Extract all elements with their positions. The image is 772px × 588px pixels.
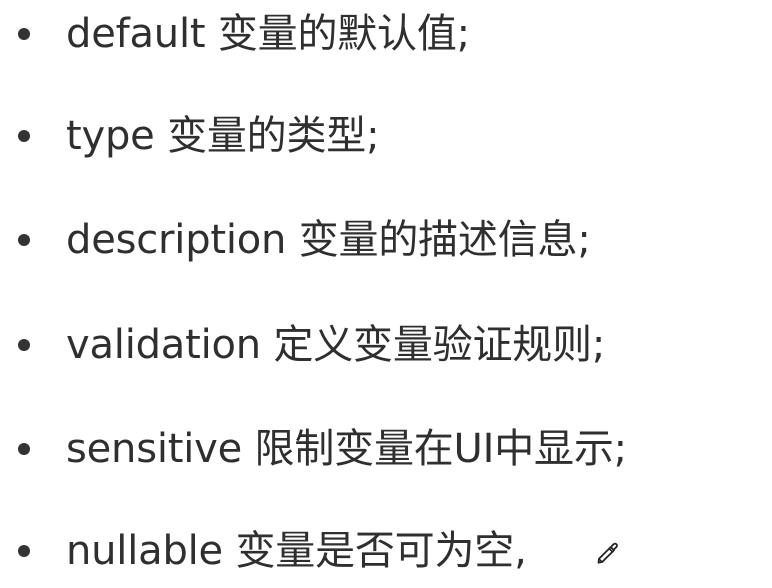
bullet-icon: [18, 339, 30, 351]
list-item-text: description 变量的描述信息;: [66, 217, 591, 263]
list-item-sensitive: sensitive 限制变量在UI中显示;: [18, 417, 627, 481]
list-item-type: type 变量的类型;: [18, 104, 380, 168]
list-item-text: validation 定义变量验证规则;: [66, 322, 606, 368]
list-item-description: description 变量的描述信息;: [18, 208, 591, 272]
list-item-default: default 变量的默认值;: [18, 2, 470, 66]
bullet-list: default 变量的默认值; type 变量的类型; description …: [0, 0, 772, 588]
bullet-icon: [18, 443, 30, 455]
list-item-text: nullable 变量是否可为空,: [66, 528, 527, 574]
bullet-icon: [18, 234, 30, 246]
list-item-text: default 变量的默认值;: [66, 11, 470, 57]
bullet-icon: [18, 545, 30, 557]
list-item-validation: validation 定义变量验证规则;: [18, 313, 605, 377]
list-item-text: sensitive 限制变量在UI中显示;: [66, 426, 627, 472]
pencil-icon: [597, 542, 618, 564]
list-item-nullable: nullable 变量是否可为空,: [18, 519, 527, 583]
bullet-icon: [18, 130, 30, 142]
bullet-icon: [18, 28, 30, 40]
list-item-text: type 变量的类型;: [66, 113, 380, 159]
